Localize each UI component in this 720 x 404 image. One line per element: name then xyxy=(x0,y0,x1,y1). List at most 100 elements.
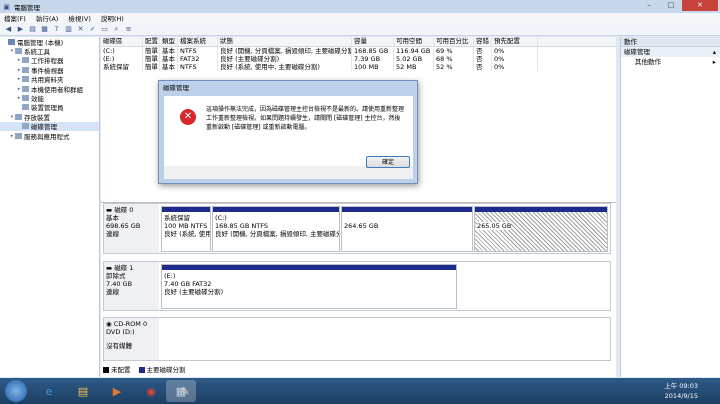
volume-cell: 良好 (主要磁碟分割) xyxy=(218,55,352,63)
forward-icon[interactable]: ▶ xyxy=(16,25,25,34)
column-header[interactable]: 可用空間 xyxy=(394,37,434,46)
node-icon xyxy=(22,123,29,130)
volume-row[interactable]: 系統保留 簡單 基本 NTFS 良好 (系統, 使用中, 主要磁碟分割) 100 MB 52… xyxy=(101,63,616,71)
tree-item-label: 服務與應用程式 xyxy=(24,132,70,141)
ok-button[interactable]: 確定 xyxy=(366,156,410,168)
tree-item[interactable]: ▸ 工作排程器 xyxy=(0,56,99,65)
disk-1-status: 連線 xyxy=(106,288,119,296)
column-header[interactable]: 狀態 xyxy=(218,37,352,46)
legend-primary: 主要磁碟分割 xyxy=(138,364,186,374)
column-header[interactable]: 配置 xyxy=(143,37,160,46)
tree-item[interactable]: 電腦管理 (本機) xyxy=(0,37,99,47)
column-header[interactable]: 磁碟區 xyxy=(101,37,143,46)
close-button[interactable]: ✕ xyxy=(682,0,718,11)
menu-action[interactable]: 執行(A) xyxy=(36,13,59,23)
disk-1[interactable]: ▬ 磁碟 1 卸除式 7.40 GB 連線 (E:) 7.40 GB FAT32… xyxy=(103,261,611,311)
list-icon[interactable]: ≡ xyxy=(124,25,133,34)
back-icon[interactable]: ◀ xyxy=(4,25,13,34)
start-button[interactable] xyxy=(5,380,27,402)
cdrom-0[interactable]: ◉ CD-ROM 0 DVD (D:) 沒有媒體 xyxy=(103,317,611,361)
chrome-icon[interactable]: ◉ xyxy=(136,380,166,402)
actions-more[interactable]: 其他動作 ▸ xyxy=(621,57,720,67)
partition-size: 7.40 GB FAT32 xyxy=(164,280,212,288)
dialog-title: 磁碟管理 xyxy=(163,84,189,92)
partition-unallocated-2[interactable]: 265.05 GB xyxy=(474,206,608,252)
column-header[interactable]: 預先配置 xyxy=(492,37,538,46)
more-actions-label: 其他動作 xyxy=(635,58,661,66)
search-icon[interactable]: ⌕ xyxy=(112,25,121,34)
volume-cell: 0% xyxy=(492,47,538,55)
cdrom-0-label: ◉ CD-ROM 0 DVD (D:) 沒有媒體 xyxy=(104,318,159,360)
node-icon xyxy=(22,85,29,92)
menu-help[interactable]: 說明(H) xyxy=(101,13,124,23)
column-header[interactable]: 可用百分比 xyxy=(434,37,474,46)
tree-item[interactable]: ▾ 系統工具 xyxy=(0,46,99,56)
volume-cell: 69 % xyxy=(434,47,474,55)
disk-0[interactable]: ▬ 磁碟 0 基本 698.65 GB 連線 系統保留 100 MB NTFS … xyxy=(103,203,611,254)
partition-size: 168.85 GB NTFS xyxy=(215,222,268,230)
tree-item[interactable]: 裝置管理員 xyxy=(0,103,99,112)
section-label: 磁碟管理 xyxy=(624,48,650,56)
partition-size: 100 MB NTFS xyxy=(164,222,208,230)
partition-e[interactable]: (E:) 7.40 GB FAT32 良好 (主要磁碟分割) xyxy=(161,264,457,309)
tree-item[interactable]: ▾ 存放裝置 xyxy=(0,112,99,122)
explorer-icon[interactable]: ▤ xyxy=(68,380,98,402)
volume-cell: 否 xyxy=(474,55,492,63)
help-icon[interactable]: ? xyxy=(52,25,61,34)
menu-view[interactable]: 檢視(V) xyxy=(68,13,91,23)
volume-cell: 簡單 xyxy=(145,47,160,55)
folder-icon[interactable]: ▭ xyxy=(100,25,109,34)
menu-file[interactable]: 檔案(F) xyxy=(4,13,26,23)
tree-item[interactable]: ▸ 效能 xyxy=(0,93,99,103)
volume-cell: 168.85 GB xyxy=(352,47,394,55)
check-icon[interactable]: ✓ xyxy=(88,25,97,34)
volume-row[interactable]: (E:) 簡單 基本 FAT32 良好 (主要磁碟分割) 7.39 GB 5.02 GB 68… xyxy=(101,55,616,63)
disk-0-name: 磁碟 0 xyxy=(114,206,134,214)
volume-cell: 否 xyxy=(474,63,492,71)
properties-icon[interactable]: ▦ xyxy=(40,25,49,34)
node-icon xyxy=(8,38,15,45)
tree-item[interactable]: 磁碟管理 xyxy=(0,121,99,131)
error-dialog: 磁碟管理 ✕ 這項操作無法完成，因為磁碟管理主控台檢視不是最新的。請使用重新整理… xyxy=(158,80,418,184)
column-header[interactable]: 容量 xyxy=(352,37,394,46)
partition-c[interactable]: (C:) 168.85 GB NTFS 良好 (開機, 分頁檔案, 損毀傾印, … xyxy=(212,206,340,252)
column-header[interactable]: 檔案系統 xyxy=(178,37,218,46)
maximize-button[interactable]: □ xyxy=(660,0,682,11)
volume-cell: 52 % xyxy=(434,63,474,71)
minimize-button[interactable]: – xyxy=(638,0,660,11)
tree-item[interactable]: ▸ 共用資料夾 xyxy=(0,75,99,84)
ie-icon[interactable]: e xyxy=(34,380,64,402)
collapse-icon: ▴ xyxy=(712,48,716,56)
volume-cell: 基本 xyxy=(160,63,178,71)
console-icon[interactable]: ▥ xyxy=(64,25,73,34)
app-icon: ▣ xyxy=(3,2,10,11)
volume-cell: NTFS xyxy=(178,47,218,55)
media-player-icon[interactable]: ▶ xyxy=(102,380,132,402)
partition-system-reserved[interactable]: 系統保留 100 MB NTFS 良好 (系統, 使用 xyxy=(161,206,211,252)
disk-0-status: 連線 xyxy=(106,230,119,238)
console-tree: 電腦管理 (本機) ▾ 系統工具 ▸ 工作排程器 ▸ 事件檢視器 ▸ 共用資料夾 ▸ 本機使用者和群… xyxy=(0,37,100,377)
tree-item[interactable]: ▸ 服務與應用程式 xyxy=(0,131,99,141)
column-header[interactable]: 類型 xyxy=(160,37,178,46)
tree-item[interactable]: ▸ 本機使用者和群組 xyxy=(0,84,99,94)
computer-management-task[interactable]: ▦ xyxy=(166,380,196,402)
clock[interactable]: 上午 09:03 2014/9/15 xyxy=(664,381,698,401)
volume-cell: 68 % xyxy=(434,55,474,63)
delete-icon[interactable]: ✕ xyxy=(76,25,85,34)
volume-cell: 0% xyxy=(492,55,538,63)
menu-bar: 檔案(F) 執行(A) 檢視(V) 說明(H) xyxy=(0,13,720,23)
cdrom-type: DVD (D:) xyxy=(106,328,135,336)
actions-section-disk-management[interactable]: 磁碟管理 ▴ xyxy=(621,47,720,57)
column-header[interactable]: 容錯 xyxy=(474,37,492,46)
dialog-message: 這項操作無法完成，因為磁碟管理主控台檢視不是最新的。請使用重新整理工作重新整理檢… xyxy=(206,106,405,131)
volume-cell: 基本 xyxy=(160,55,178,63)
node-icon xyxy=(22,95,29,102)
tree-item[interactable]: ▸ 事件檢視器 xyxy=(0,65,99,75)
node-icon xyxy=(22,76,29,83)
volume-row[interactable]: (C:) 簡單 基本 NTFS 良好 (開機, 分頁檔案, 損毀傾印, 主要磁碟分割) 1… xyxy=(101,47,616,55)
disk-0-type: 基本 xyxy=(106,214,119,222)
partition-size: 264.65 GB xyxy=(344,222,379,230)
partition-unallocated-1[interactable]: 264.65 GB xyxy=(341,206,473,252)
volume-cell: 116.94 GB xyxy=(394,47,434,55)
up-folder-icon[interactable]: ▤ xyxy=(28,25,37,34)
